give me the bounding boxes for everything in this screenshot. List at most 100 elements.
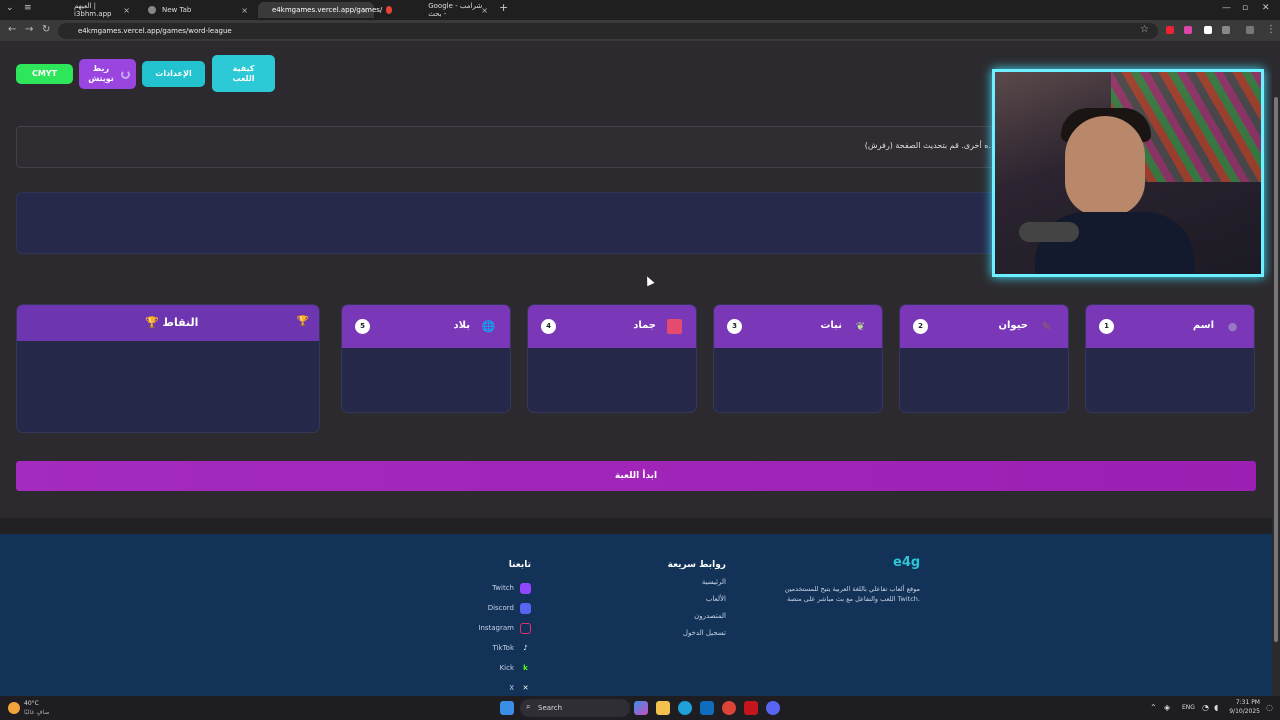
- cmyt-button[interactable]: CMYT: [16, 64, 73, 84]
- trophy-icon: 🏆: [296, 316, 309, 327]
- start-game-button[interactable]: ابدأ اللعبة: [16, 461, 1256, 491]
- footer-brand[interactable]: e4g: [893, 555, 920, 570]
- volume-icon[interactable]: ◖: [1214, 703, 1218, 712]
- site-footer: e4g موقع ألعاب تفاعلي باللغة العربية يتي…: [0, 534, 1272, 696]
- page-scrollbar[interactable]: [1272, 42, 1280, 696]
- browser-tab-4[interactable]: Google - شرامب - بحث ×: [378, 2, 494, 18]
- close-icon[interactable]: ×: [361, 6, 368, 15]
- reload-icon[interactable]: ↻: [42, 24, 50, 35]
- streamer-face: [1065, 116, 1145, 216]
- extension-icon[interactable]: [1166, 26, 1174, 34]
- clock-date[interactable]: 9/10/2025: [1226, 708, 1260, 715]
- windows-taskbar: 40°C صافٍ غالبًا Search ⌕ ⌃ ◈ ENG ◔ ◖ 7:…: [0, 696, 1280, 720]
- close-icon[interactable]: ×: [123, 6, 130, 15]
- close-window-button[interactable]: ✕: [1262, 3, 1270, 13]
- instagram-icon: [520, 622, 531, 634]
- scrollbar-thumb[interactable]: [1274, 97, 1278, 642]
- copilot-icon[interactable]: [634, 701, 648, 715]
- tray-app-icon[interactable]: ◈: [1164, 703, 1170, 712]
- close-icon[interactable]: ×: [241, 6, 248, 15]
- start-button[interactable]: [500, 701, 514, 715]
- minimize-button[interactable]: —: [1222, 3, 1231, 13]
- notification-bell-icon[interactable]: ◌: [1266, 703, 1273, 712]
- browser-tab-3[interactable]: e4kmgames.vercel.app/games/×: [258, 2, 382, 18]
- quick-links-column: روابط سريعة الرئيسية الألعاب المتصدرون ت…: [640, 560, 726, 646]
- outlook-icon[interactable]: [700, 701, 714, 715]
- tab-search-icon[interactable]: ⌄: [6, 3, 14, 13]
- social-link-x[interactable]: X ✕: [440, 678, 531, 696]
- file-explorer-icon[interactable]: [656, 701, 670, 715]
- language-indicator[interactable]: ENG: [1182, 704, 1195, 711]
- category-number: 2: [913, 319, 928, 334]
- twitch-icon: [520, 582, 531, 594]
- footer-link-leaderboard[interactable]: المتصدرون: [640, 612, 726, 629]
- how-to-play-button[interactable]: كيفية اللعب: [212, 55, 275, 92]
- tray-chevron-icon[interactable]: ⌃: [1150, 703, 1157, 712]
- twitch-connect-button[interactable]: ربط تويتش: [79, 59, 136, 89]
- start-game-label: ابدأ اللعبة: [614, 471, 658, 481]
- paw-icon: ✎: [1041, 320, 1052, 333]
- x-icon: ✕: [522, 684, 529, 692]
- social-link-discord[interactable]: Discord: [440, 598, 531, 618]
- url-input[interactable]: e4kmgames.vercel.app/games/word-league: [58, 23, 1158, 39]
- box-icon: [667, 319, 682, 334]
- category-label: بلاد: [453, 320, 470, 331]
- close-icon[interactable]: ×: [481, 6, 488, 15]
- footer-link-login[interactable]: تسجيل الدخول: [640, 629, 726, 646]
- footer-link-games[interactable]: الألعاب: [640, 595, 726, 612]
- social-link-tiktok[interactable]: TikTok ♪: [440, 638, 531, 658]
- person-icon: ●: [1227, 320, 1238, 333]
- social-link-instagram[interactable]: Instagram: [440, 618, 531, 638]
- discord-app-icon[interactable]: [766, 701, 780, 715]
- category-header: 4 جماد: [528, 305, 696, 348]
- category-label: نبات: [820, 320, 842, 331]
- menu-icon[interactable]: ≡: [24, 3, 32, 13]
- extension-icon[interactable]: [1204, 26, 1212, 34]
- extension-icon[interactable]: [1184, 26, 1192, 34]
- clock-time[interactable]: 7:31 PM: [1230, 699, 1260, 706]
- maximize-button[interactable]: ▫: [1242, 3, 1248, 13]
- tab-title: New Tab: [162, 6, 192, 14]
- category-header: 3 نبات ❦: [714, 305, 882, 348]
- footer-link-home[interactable]: الرئيسية: [640, 578, 726, 595]
- category-card-bilad: 5 بلاد 🌐: [341, 304, 511, 413]
- kick-icon: k: [523, 664, 528, 672]
- search-label: Search: [538, 704, 563, 712]
- tab-title: العيهم | i3bhm.app: [74, 2, 112, 18]
- weather-icon[interactable]: [8, 702, 20, 714]
- bookmark-star-icon[interactable]: ☆: [1140, 24, 1149, 35]
- edge-icon[interactable]: [678, 701, 692, 715]
- new-tab-button[interactable]: +: [499, 1, 508, 14]
- forward-icon[interactable]: →: [25, 24, 33, 35]
- extensions-puzzle-icon[interactable]: [1222, 26, 1230, 34]
- kebab-menu-icon[interactable]: ⋮: [1266, 24, 1276, 35]
- chrome-icon[interactable]: [722, 701, 736, 715]
- follow-column: تابعنا Twitch Discord Instagram TikTok ♪ …: [440, 560, 531, 696]
- social-label: Discord: [487, 604, 514, 612]
- settings-button[interactable]: الإعدادات: [142, 61, 205, 87]
- wifi-icon[interactable]: ◔: [1202, 703, 1209, 712]
- category-label: جماد: [633, 320, 656, 331]
- social-label: Twitch: [492, 584, 514, 592]
- tiktok-icon: ♪: [523, 644, 528, 652]
- social-label: Kick: [499, 664, 514, 672]
- points-label: 🏆 النقاط: [145, 316, 199, 329]
- category-header: 2 حيوان ✎: [900, 305, 1068, 348]
- browser-tab-1[interactable]: العيهم | i3bhm.app ×: [66, 2, 136, 18]
- points-header: 🏆 النقاط 🏆: [17, 305, 319, 341]
- back-icon[interactable]: ←: [8, 24, 16, 35]
- spinner-icon: [121, 69, 130, 79]
- category-number: 1: [1099, 319, 1114, 334]
- taskbar-search[interactable]: Search: [520, 699, 630, 717]
- follow-title: تابعنا: [508, 560, 531, 570]
- profile-icon[interactable]: [1246, 26, 1254, 34]
- social-link-twitch[interactable]: Twitch: [440, 578, 531, 598]
- social-link-kick[interactable]: Kick k: [440, 658, 531, 678]
- category-header: 1 اسم ●: [1086, 305, 1254, 348]
- how-to-play-label: كيفية اللعب: [232, 63, 255, 83]
- twitch-connect-label: ربط تويتش: [88, 64, 114, 83]
- browser-tab-2[interactable]: New Tab ×: [140, 2, 254, 18]
- google-icon: [386, 6, 393, 14]
- category-card-nabat: 3 نبات ❦: [713, 304, 883, 413]
- mail-app-icon[interactable]: [744, 701, 758, 715]
